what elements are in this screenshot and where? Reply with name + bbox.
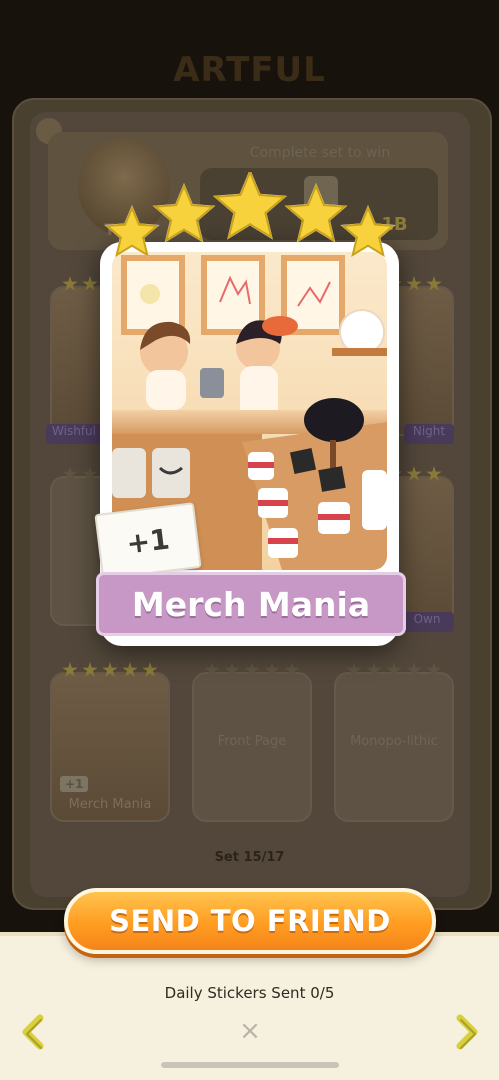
bottom-sheet — [0, 932, 499, 1080]
chevron-right-icon[interactable] — [446, 1012, 486, 1052]
album-slot-monopolithic[interactable]: Monopo-lithic — [334, 662, 454, 822]
sticker-detail-screen: ARTFUL THE Complete set to win 4.1B Wish… — [0, 0, 499, 1080]
album-slot-merch-mania[interactable]: +1 Merch Mania — [50, 662, 170, 822]
album-slot-label: Front Page — [217, 734, 287, 749]
album-slot-label: Own — [400, 612, 454, 632]
sticker-name: Merch Mania — [96, 572, 406, 636]
send-to-friend-button[interactable]: SEND TO FRIEND — [64, 888, 436, 954]
star-icon — [340, 205, 396, 258]
star-icon — [104, 205, 160, 258]
close-icon[interactable]: × — [238, 1018, 262, 1044]
duplicate-count-badge: +1 — [94, 502, 202, 580]
star-icon — [213, 172, 287, 240]
chevron-left-icon[interactable] — [14, 1012, 54, 1052]
star-icon — [153, 183, 215, 243]
album-slot-label: Wishful — [46, 424, 102, 444]
star-icon — [285, 183, 347, 243]
album-slot-front-page[interactable]: Front Page — [192, 662, 312, 822]
album-slot-label: Merch Mania — [68, 797, 152, 812]
complete-set-text: Complete set to win — [249, 145, 391, 161]
album-slot-label: Monopo-lithic — [350, 734, 438, 749]
home-indicator — [161, 1062, 339, 1068]
album-title: ARTFUL — [173, 50, 326, 90]
album-slot-label: Night — [404, 424, 454, 444]
daily-stickers-sent: Daily Stickers Sent 0/5 — [164, 984, 335, 1002]
star-rating — [104, 172, 396, 258]
set-progress: Set 15/17 — [214, 850, 285, 865]
count-badge: +1 — [60, 776, 89, 792]
